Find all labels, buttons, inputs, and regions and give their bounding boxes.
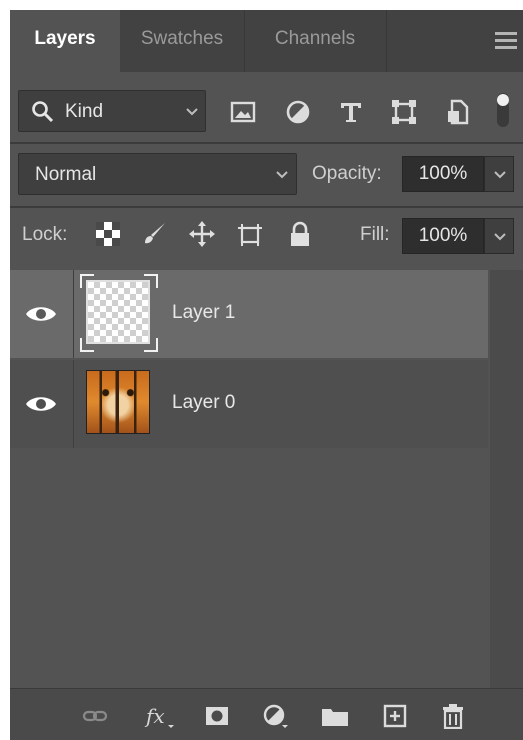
thumbnail-selection-corner [80,338,94,352]
filter-kind-label: Kind [65,101,104,122]
eye-icon [26,397,56,411]
lock-all-icon[interactable] [286,220,314,248]
smart-object-filter-icon[interactable] [444,98,472,126]
blend-mode-select[interactable]: Normal [18,153,297,195]
image-filter-icon[interactable] [229,98,257,126]
tab-swatches[interactable]: Swatches [120,10,244,72]
chevron-down-icon [494,233,506,241]
tab-channels[interactable]: Channels [245,10,385,72]
layer-row-layer-1[interactable]: Layer 1 [10,270,488,358]
visibility-toggle[interactable] [10,270,74,358]
blend-mode-label: Normal [35,164,97,185]
panel-tab-bar: Layers Swatches Channels [10,10,523,72]
opacity-dropdown-button[interactable] [484,156,514,192]
type-filter-icon[interactable] [337,98,365,126]
fill-label: Fill: [360,224,390,245]
fx-icon[interactable]: fx [144,703,178,729]
link-layers-icon[interactable] [82,703,108,729]
divider [10,206,523,208]
lock-transparent-pixels-icon[interactable] [94,220,122,248]
thumbnail-selection-corner [144,338,158,352]
thumbnail-selection-corner [144,274,158,288]
svg-text:fx: fx [144,704,165,728]
shape-filter-icon[interactable] [390,98,418,126]
layers-list: Layer 1 Layer 0 [10,270,488,690]
chevron-down-icon [276,171,288,179]
filter-toggle-switch[interactable] [496,92,510,128]
opacity-label: Opacity: [312,163,382,184]
filter-kind-select[interactable]: Kind [18,90,206,132]
layer-name[interactable]: Layer 0 [172,392,235,414]
search-icon [32,101,54,123]
new-group-icon[interactable] [320,703,350,729]
panel-menu-icon[interactable] [495,32,517,50]
visibility-toggle[interactable] [10,360,74,448]
layers-panel: Layers Swatches Channels Kind Normal Opa… [10,10,523,740]
lock-label: Lock: [22,224,68,245]
layer-thumbnail[interactable] [86,280,150,344]
lock-position-icon[interactable] [188,220,216,248]
divider [10,142,523,144]
layer-row-layer-0[interactable]: Layer 0 [10,360,488,448]
layer-name[interactable]: Layer 1 [172,302,235,324]
lock-image-pixels-icon[interactable] [140,220,168,248]
delete-layer-icon[interactable] [440,703,466,729]
tab-layers[interactable]: Layers [10,10,120,72]
layer-thumbnail[interactable] [86,370,150,434]
chevron-down-icon [186,108,198,116]
chevron-down-icon [494,171,506,179]
fill-dropdown-button[interactable] [484,218,514,254]
layers-bottom-toolbar: fx [10,688,523,740]
lock-artboard-icon[interactable] [236,220,264,248]
layers-scrollbar[interactable] [490,270,523,690]
add-mask-icon[interactable] [204,703,230,729]
adjustment-filter-icon[interactable] [284,98,312,126]
eye-icon [26,307,56,321]
new-layer-icon[interactable] [382,703,408,729]
fill-input[interactable]: 100% [402,218,484,254]
opacity-input[interactable]: 100% [402,156,484,192]
thumbnail-selection-corner [80,274,94,288]
adjustment-layer-icon[interactable] [262,703,292,729]
